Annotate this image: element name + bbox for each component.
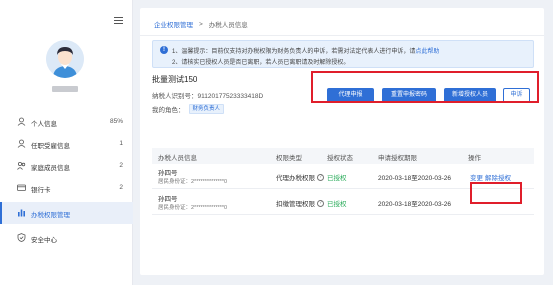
person-name: 孙四号 xyxy=(158,170,178,177)
sidebar-item-count: 2 xyxy=(119,162,123,169)
help-link[interactable]: 点此帮助 xyxy=(415,49,439,55)
sidebar-item-count: 85% xyxy=(109,118,123,125)
breadcrumb-current: 办税人员信息 xyxy=(208,22,248,29)
notice-line-1-text: 1、温馨提示：目前仅支持对办税权限为财务负责人的申诉，若需对法定代表人进行申诉，… xyxy=(172,49,416,55)
highlight-box-operation xyxy=(470,182,522,204)
highlight-box-actions xyxy=(311,71,539,103)
sidebar-item-count: 1 xyxy=(119,140,123,147)
card-icon xyxy=(17,183,26,192)
auth-status: 已授权 xyxy=(327,175,347,182)
sidebar-item-count: 2 xyxy=(119,184,123,191)
sidebar: 个人信息 85% 任职受雇信息 1 家庭成员信息 2 银行卡 2 办税权限管理 … xyxy=(0,0,133,285)
person-id: 居民身份证：2**************0 xyxy=(158,205,228,211)
permission-type-text: 代理办税权限 xyxy=(276,175,315,182)
notice-line-2: 2、请核实已授权人员是否已离职，若人员已离职请及时解除授权。 xyxy=(172,60,350,66)
user-icon xyxy=(17,117,26,126)
auth-period: 2020-03-18至2020-03-26 xyxy=(378,175,451,182)
bar-chart-icon xyxy=(17,208,26,217)
breadcrumb: 企业权限管理 > 办税人员信息 xyxy=(154,19,248,30)
th-operation: 操作 xyxy=(468,155,481,162)
auth-status: 已授权 xyxy=(327,201,347,208)
help-question-icon[interactable]: ? xyxy=(317,173,324,181)
person-id: 居民身份证：2**************0 xyxy=(158,179,228,185)
permission-type: 代理办税权限 ? xyxy=(276,172,324,182)
sidebar-item-security[interactable]: 安全中心 xyxy=(0,227,133,249)
sidebar-item-bank-card[interactable]: 银行卡 2 xyxy=(0,177,133,199)
sidebar-item-label: 个人信息 xyxy=(31,121,57,128)
notice-banner: ! 1、温馨提示：目前仅支持对办税权限为财务负责人的申诉，若需对法定代表人进行申… xyxy=(152,40,534,68)
auth-period: 2020-03-18至2020-03-26 xyxy=(378,201,451,208)
shield-icon xyxy=(17,233,26,242)
sidebar-item-label: 安全中心 xyxy=(31,237,57,244)
th-permission-type: 权限类型 xyxy=(276,155,302,162)
breadcrumb-separator: > xyxy=(199,20,203,28)
avatar xyxy=(46,40,84,78)
role-label: 我的角色： xyxy=(152,107,185,114)
sidebar-item-label: 办税权限管理 xyxy=(31,212,70,219)
th-auth-status: 授权状态 xyxy=(327,155,353,162)
sidebar-item-family[interactable]: 家庭成员信息 2 xyxy=(0,155,133,177)
family-icon xyxy=(17,161,26,170)
divider xyxy=(140,35,544,36)
role-row: 我的角色： 财务负责人 xyxy=(152,104,225,114)
sidebar-item-tax-permission[interactable]: 办税权限管理 xyxy=(0,202,133,224)
th-auth-period: 申请授权期限 xyxy=(378,155,417,162)
main-panel: 企业权限管理 > 办税人员信息 ! 1、温馨提示：目前仅支持对办税权限为财务负责… xyxy=(140,8,544,275)
sidebar-item-employment[interactable]: 任职受雇信息 1 xyxy=(0,133,133,155)
user-icon xyxy=(17,139,26,148)
sidebar-item-personal-info[interactable]: 个人信息 85% xyxy=(0,111,133,133)
permission-type-text: 扣缴管理权限 xyxy=(276,201,315,208)
role-tag: 财务负责人 xyxy=(188,104,225,114)
company-name: 批量测试150 xyxy=(152,75,198,84)
breadcrumb-parent-link[interactable]: 企业权限管理 xyxy=(154,19,193,29)
sidebar-item-label: 家庭成员信息 xyxy=(31,165,70,172)
tax-id: 纳税人识别号：91120177523333418D xyxy=(152,93,264,100)
hamburger-menu-icon[interactable] xyxy=(114,17,123,24)
notice-line-1: 1、温馨提示：目前仅支持对办税权限为财务负责人的申诉，若需对法定代表人进行申诉，… xyxy=(172,46,439,55)
info-icon: ! xyxy=(160,46,168,54)
permission-type: 扣缴管理权限 ? xyxy=(276,198,324,208)
help-question-icon[interactable]: ? xyxy=(317,199,324,207)
sidebar-item-label: 任职受雇信息 xyxy=(31,143,70,150)
table-header: 办税人员信息 权限类型 授权状态 申请授权期限 操作 xyxy=(152,148,534,164)
revoke-auth-link[interactable]: 解除授权 xyxy=(485,172,511,182)
username-redacted xyxy=(52,86,78,92)
sidebar-item-label: 银行卡 xyxy=(31,187,51,194)
th-person-info: 办税人员信息 xyxy=(158,155,197,162)
change-link[interactable]: 变更 xyxy=(470,172,483,182)
person-name: 孙四号 xyxy=(158,196,178,203)
